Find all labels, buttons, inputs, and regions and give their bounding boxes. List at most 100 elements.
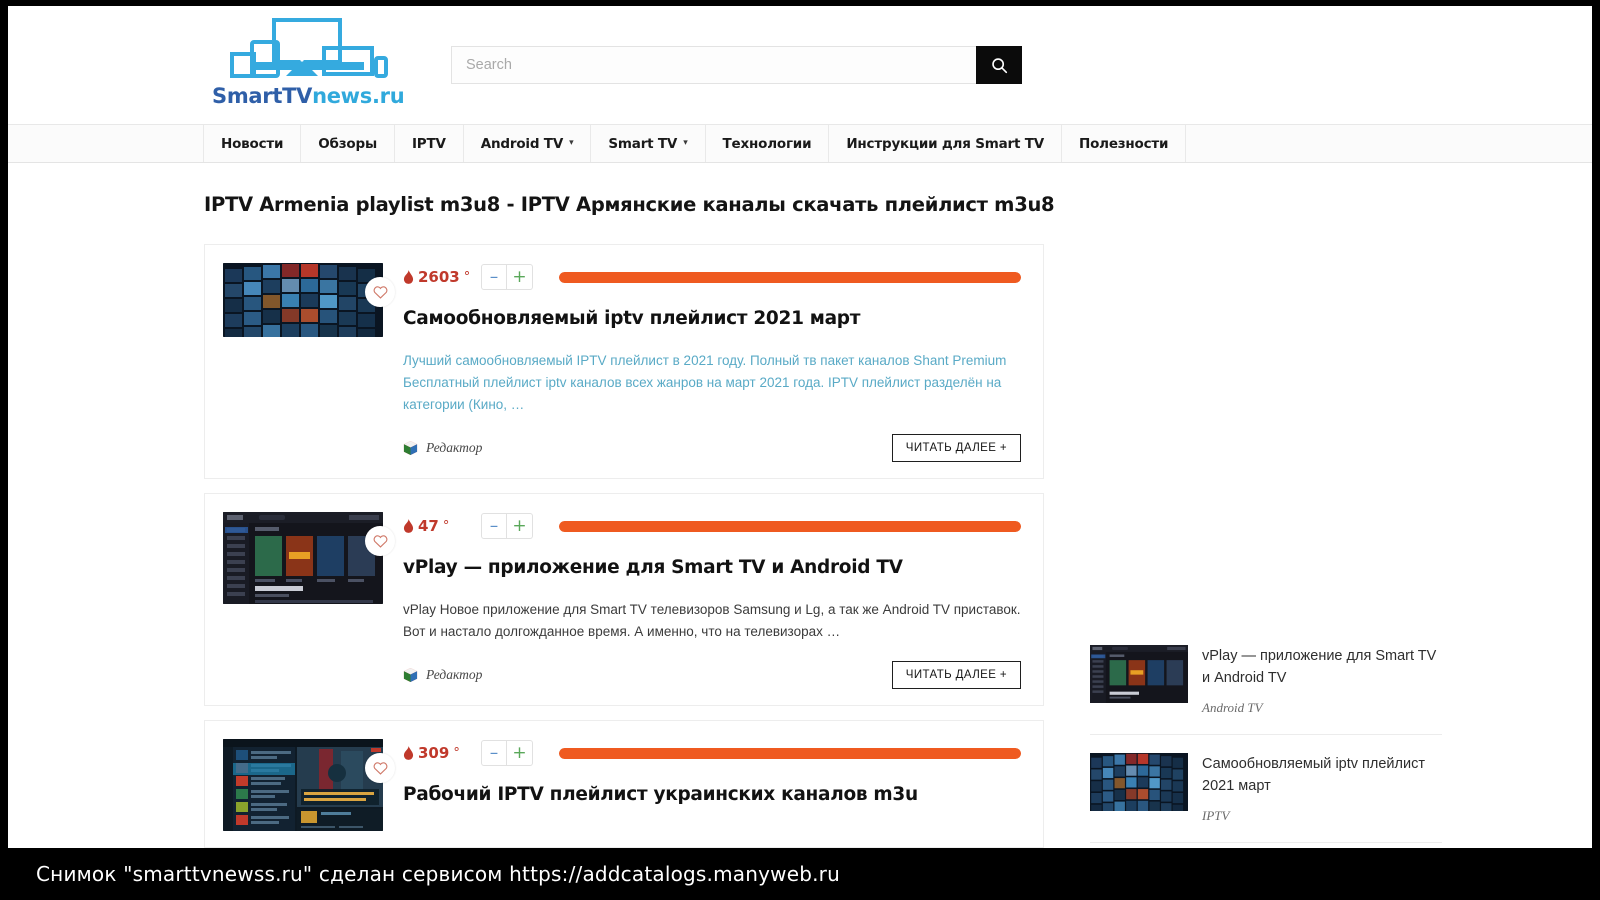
logo-text-light: news.ru	[312, 84, 405, 108]
heat-score: 47 °	[403, 517, 477, 535]
tv-wall-image	[223, 263, 383, 337]
nav-label: Smart TV	[608, 135, 678, 152]
rating-row: 309 ° – +	[403, 739, 1021, 767]
heart-icon	[373, 535, 387, 548]
degree-symbol: °	[442, 518, 450, 534]
service-watermark-banner: Снимок "smarttvnewss.ru" сделан сервисом…	[0, 848, 1600, 900]
screenshot-canvas: SmartTVnews.ru Новости Обзоры	[0, 0, 1600, 900]
vote-down-button[interactable]: –	[481, 513, 507, 540]
author-avatar-icon	[403, 441, 418, 456]
nav-item-obzory[interactable]: Обзоры	[300, 125, 395, 162]
heat-score: 2603 °	[403, 268, 477, 286]
tv-wall-thumbnail[interactable]	[223, 263, 383, 337]
author-name: Редактор	[426, 440, 483, 456]
article-card[interactable]: 2603 ° – + Самообновляемый iptv плейлист …	[204, 244, 1044, 480]
rating-progress-bar	[559, 520, 1021, 532]
favorite-button[interactable]	[365, 277, 395, 307]
sidebar-post-item[interactable]: Самообновляемый iptv плейлист 2021 март …	[1090, 735, 1442, 843]
site-header: SmartTVnews.ru	[8, 6, 1592, 125]
nav-item-iptv[interactable]: IPTV	[393, 125, 464, 162]
nav-item-android-tv[interactable]: Android TV ▾	[462, 125, 592, 162]
vote-controls: – +	[481, 740, 533, 767]
article-thumbnail-wrap	[223, 739, 395, 832]
favorite-button[interactable]	[365, 526, 395, 557]
article-body: 309 ° – + Рабочий IPTV плейлист украински…	[403, 739, 1021, 831]
sidebar-post-title: Самообновляемый iptv плейлист 2021 март	[1202, 756, 1425, 794]
nav-item-tehnologii[interactable]: Технологии	[704, 125, 830, 162]
search-bar	[451, 46, 1022, 84]
vplay-app-thumbnail	[1090, 645, 1188, 703]
flame-icon	[403, 745, 414, 760]
article-card[interactable]: 47 ° – + vPlay — приложение для Smart TV …	[204, 493, 1044, 707]
article-footer: Редактор ЧИТАТЬ ДАЛЕЕ +	[403, 661, 1021, 690]
chevron-down-icon: ▾	[683, 137, 688, 148]
vote-down-button[interactable]: –	[481, 740, 507, 767]
author-name: Редактор	[426, 667, 483, 683]
rating-progress-bar	[559, 747, 1021, 759]
vote-controls: – +	[481, 264, 533, 290]
site-logo[interactable]: SmartTVnews.ru	[212, 16, 405, 114]
rating-row: 47 ° – +	[403, 512, 1021, 540]
search-icon	[991, 57, 1007, 73]
ukraine-iptv-thumbnail[interactable]	[223, 739, 383, 832]
heart-icon	[373, 286, 387, 299]
article-footer: Редактор ЧИТАТЬ ДАЛЕЕ +	[403, 434, 1021, 463]
nav-label: Android TV	[480, 135, 564, 152]
article-author: Редактор	[403, 440, 482, 456]
heat-score: 309 °	[403, 744, 477, 762]
heart-icon	[373, 762, 387, 775]
content-area: IPTV Armenia playlist m3u8 - IPTV Армянс…	[8, 163, 1592, 848]
logo-text-dark: SmartTV	[212, 84, 313, 108]
article-card[interactable]: 309 ° – + Рабочий IPTV плейлист украински…	[204, 720, 1044, 848]
vote-up-button[interactable]: +	[507, 740, 533, 767]
nav-label: Новости	[221, 135, 284, 152]
nav-item-smart-tv[interactable]: Smart TV ▾	[590, 125, 706, 162]
article-title[interactable]: Самообновляемый iptv плейлист 2021 март	[403, 307, 1021, 330]
vote-controls: – +	[481, 513, 533, 540]
favorite-button[interactable]	[365, 753, 395, 784]
nav-label: Инструкции для Smart TV	[846, 135, 1044, 152]
degree-symbol: °	[463, 269, 471, 285]
sidebar-post-item[interactable]: vPlay — приложение для Smart TV и Androi…	[1090, 633, 1442, 735]
article-thumbnail-wrap	[223, 512, 395, 689]
nav-item-poleznosti[interactable]: Полезности	[1060, 125, 1187, 162]
vplay-app-thumbnail[interactable]	[223, 512, 383, 605]
nav-item-novosti[interactable]: Новости	[203, 125, 302, 162]
heat-value: 2603	[418, 268, 460, 286]
watermark-text: Снимок "smarttvnewss.ru" сделан сервисом…	[36, 862, 840, 886]
vote-up-button[interactable]: +	[507, 513, 533, 540]
heat-value: 47	[418, 517, 439, 536]
article-title[interactable]: vPlay — приложение для Smart TV и Androi…	[403, 556, 1021, 579]
read-more-button[interactable]: ЧИТАТЬ ДАЛЕЕ +	[891, 434, 1021, 463]
vote-up-button[interactable]: +	[507, 264, 533, 290]
sidebar-post-category[interactable]: Android TV	[1202, 700, 1442, 716]
article-excerpt: Лучший самообновляемый IPTV плейлист в 2…	[403, 353, 1007, 413]
devices-logo-icon	[230, 18, 388, 78]
ukraine-iptv-image	[223, 739, 383, 832]
rating-progress-bar	[559, 271, 1021, 283]
nav-label: IPTV	[411, 135, 446, 152]
search-input[interactable]	[451, 46, 976, 84]
rating-row: 2603 ° – +	[403, 263, 1021, 291]
read-more-button[interactable]: ЧИТАТЬ ДАЛЕЕ +	[891, 661, 1021, 690]
nav-label: Технологии	[722, 135, 812, 152]
heat-value: 309	[418, 744, 450, 763]
chevron-down-icon: ▾	[569, 137, 574, 148]
article-author: Редактор	[403, 667, 482, 683]
nav-label: Полезности	[1078, 135, 1169, 152]
article-title[interactable]: Рабочий IPTV плейлист украинских каналов…	[403, 783, 1021, 806]
sidebar-post-category[interactable]: IPTV	[1202, 808, 1442, 824]
logo-wordmark: SmartTVnews.ru	[212, 84, 405, 108]
article-list-column: IPTV Armenia playlist m3u8 - IPTV Армянс…	[204, 163, 1055, 848]
webpage: SmartTVnews.ru Новости Обзоры	[8, 6, 1592, 848]
main-navigation: Новости Обзоры IPTV Android TV ▾ Smart T…	[8, 125, 1592, 163]
sidebar-related-posts: vPlay — приложение для Smart TV и Androi…	[1090, 163, 1442, 848]
vote-down-button[interactable]: –	[481, 264, 507, 290]
article-thumbnail-wrap	[223, 263, 395, 462]
tv-wall-thumbnail	[1090, 753, 1188, 811]
flame-icon	[403, 518, 414, 533]
nav-item-instrukcii[interactable]: Инструкции для Smart TV	[828, 125, 1062, 162]
search-button[interactable]	[976, 46, 1022, 84]
author-avatar-icon	[403, 668, 418, 683]
flame-icon	[403, 269, 414, 284]
